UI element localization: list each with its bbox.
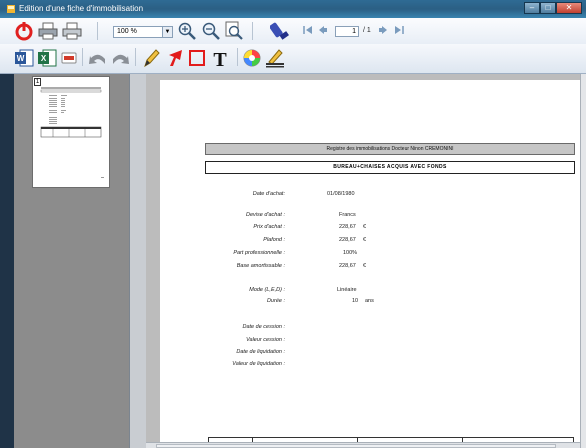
print-button[interactable] xyxy=(38,22,58,40)
window-title: Edition d'une fiche d'immobilisation xyxy=(19,4,144,13)
arrow-left-icon xyxy=(319,26,327,34)
toolbar-separator xyxy=(135,48,136,66)
field-value: 100% xyxy=(343,250,358,256)
field-label: Date de cession : xyxy=(242,324,286,330)
toolbar-separator xyxy=(237,48,238,66)
last-page-icon xyxy=(395,26,404,34)
line-style-button[interactable] xyxy=(265,48,285,68)
field-value: 228,67 xyxy=(339,237,356,243)
zoom-page-button[interactable] xyxy=(225,21,243,40)
page-total: / 1 xyxy=(363,27,371,34)
field-label: Mode (L,E,D) : xyxy=(249,287,285,293)
minimize-button[interactable]: – xyxy=(524,2,540,14)
zoom-out-icon xyxy=(202,22,220,40)
field-label: Devise d'achat : xyxy=(246,212,285,218)
close-button[interactable]: ✕ xyxy=(556,2,582,14)
svg-text:W: W xyxy=(17,54,25,63)
field-value: Linéaire xyxy=(337,287,357,293)
field-label: Date d'achat: xyxy=(252,191,285,197)
zoom-value: 100 % xyxy=(117,28,137,35)
last-page-button[interactable] xyxy=(394,25,404,35)
field-unit: € xyxy=(363,263,367,269)
first-page-icon xyxy=(303,26,312,34)
field-value: Francs xyxy=(339,212,356,218)
svg-text:X: X xyxy=(41,54,47,63)
panel-splitter[interactable] xyxy=(129,74,146,448)
print-setup-button[interactable] xyxy=(62,22,82,40)
undo-button[interactable] xyxy=(88,49,108,67)
toolbar-top: 100 % ▼ 1 / 1 xyxy=(0,18,586,44)
rectangle-icon xyxy=(189,50,205,66)
toolbar-separator xyxy=(97,22,98,40)
thumbnail-panel: 1 xyxy=(14,74,129,448)
window-controls: – □ ✕ xyxy=(524,2,582,14)
printer-settings-icon xyxy=(62,22,82,40)
pencil-icon xyxy=(144,49,160,68)
undo-icon xyxy=(89,54,105,64)
toolbar-separator xyxy=(82,48,83,66)
field-label: Plafond : xyxy=(263,237,285,243)
export-excel-button[interactable]: X xyxy=(37,49,57,67)
text-tool-button[interactable]: T xyxy=(210,47,230,69)
svg-text:T: T xyxy=(213,49,227,69)
field-label: Durée : xyxy=(266,298,285,304)
pdf-icon xyxy=(61,52,77,64)
power-button[interactable] xyxy=(14,21,34,41)
redo-icon xyxy=(113,54,129,64)
printer-icon xyxy=(38,22,58,40)
zoom-in-icon xyxy=(178,22,196,40)
asset-title: BUREAU+CHAISES ACQUIS AVEC FONDS xyxy=(205,161,575,174)
word-icon: W xyxy=(15,49,34,67)
field-label: Prix d'achat : xyxy=(253,224,285,230)
brush-icon xyxy=(270,22,289,40)
field-unit: € xyxy=(363,224,367,230)
vertical-scrollbar[interactable] xyxy=(580,74,586,448)
hand-tool-button[interactable] xyxy=(270,21,290,41)
toolbar-bottom: W X T xyxy=(0,44,586,74)
app-icon xyxy=(7,5,15,13)
field-label: Date de liquidation : xyxy=(236,349,285,355)
field-label: Valeur de liquidation : xyxy=(232,361,285,367)
field-value: 228,67 xyxy=(339,224,356,230)
pencil-tool-button[interactable] xyxy=(142,48,160,68)
power-icon xyxy=(15,22,33,41)
field-label: Base amortissable : xyxy=(236,263,285,269)
toolbar-separator xyxy=(252,22,253,40)
horizontal-scrollbar[interactable] xyxy=(146,442,580,448)
arrow-right-icon xyxy=(379,26,387,34)
zoom-out-button[interactable] xyxy=(202,22,220,40)
arrow-tool-button[interactable] xyxy=(166,48,184,68)
chevron-down-icon[interactable]: ▼ xyxy=(162,27,172,37)
title-bar: Edition d'une fiche d'immobilisation – □… xyxy=(0,0,586,18)
zoom-select[interactable]: 100 % ▼ xyxy=(113,26,173,38)
previous-page-button[interactable] xyxy=(318,25,328,35)
field-label: Valeur cession : xyxy=(246,337,285,343)
page-number-input[interactable]: 1 xyxy=(335,26,359,37)
line-width-icon xyxy=(266,49,284,68)
field-unit: ans xyxy=(365,298,374,304)
page-thumbnail[interactable]: 1 xyxy=(32,76,110,188)
field-value: 01/08/1980 xyxy=(327,191,355,197)
text-icon: T xyxy=(213,49,227,69)
first-page-button[interactable] xyxy=(303,25,313,35)
export-word-button[interactable]: W xyxy=(14,49,34,67)
thumbnail-preview xyxy=(40,87,104,178)
redo-button[interactable] xyxy=(110,49,130,67)
field-value: 228,67 xyxy=(339,263,356,269)
zoom-in-button[interactable] xyxy=(178,22,196,40)
arrow-draw-icon xyxy=(169,50,182,66)
excel-icon: X xyxy=(38,49,57,67)
field-value: 10 xyxy=(352,298,359,304)
color-picker-button[interactable] xyxy=(243,49,261,67)
rectangle-tool-button[interactable] xyxy=(188,49,206,67)
register-header: Registre des immobilisations Docteur Nin… xyxy=(205,143,575,155)
next-page-button[interactable] xyxy=(378,25,388,35)
field-label: Part professionnelle : xyxy=(233,250,285,256)
field-unit: € xyxy=(363,237,367,243)
color-wheel-icon xyxy=(243,49,261,67)
export-pdf-button[interactable] xyxy=(61,50,77,66)
scrollbar-thumb[interactable] xyxy=(156,444,556,448)
zoom-page-icon xyxy=(225,21,243,40)
maximize-button[interactable]: □ xyxy=(540,2,556,14)
